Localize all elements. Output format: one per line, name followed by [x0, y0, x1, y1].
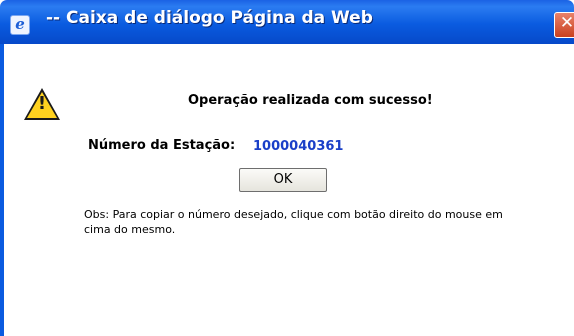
close-icon: ✕ — [559, 13, 574, 33]
warning-exclamation: ! — [37, 93, 47, 114]
success-message: Operação realizada com sucesso! — [188, 93, 433, 108]
station-number-label: Número da Estação: — [88, 138, 236, 153]
copy-instructions-note: Obs: Para copiar o número desejado, cliq… — [84, 208, 503, 236]
ie-icon: e — [10, 15, 30, 35]
station-number-value[interactable]: 1000040361 — [253, 139, 343, 154]
ok-button[interactable]: OK — [239, 168, 327, 192]
window-title: -- Caixa de diálogo Página da Web — [46, 8, 373, 28]
title-bar[interactable]: e -- Caixa de diálogo Página da Web ✕ — [0, 0, 574, 44]
close-button[interactable]: ✕ — [554, 12, 574, 38]
web-page-dialog: e -- Caixa de diálogo Página da Web ✕ ! … — [0, 0, 574, 336]
